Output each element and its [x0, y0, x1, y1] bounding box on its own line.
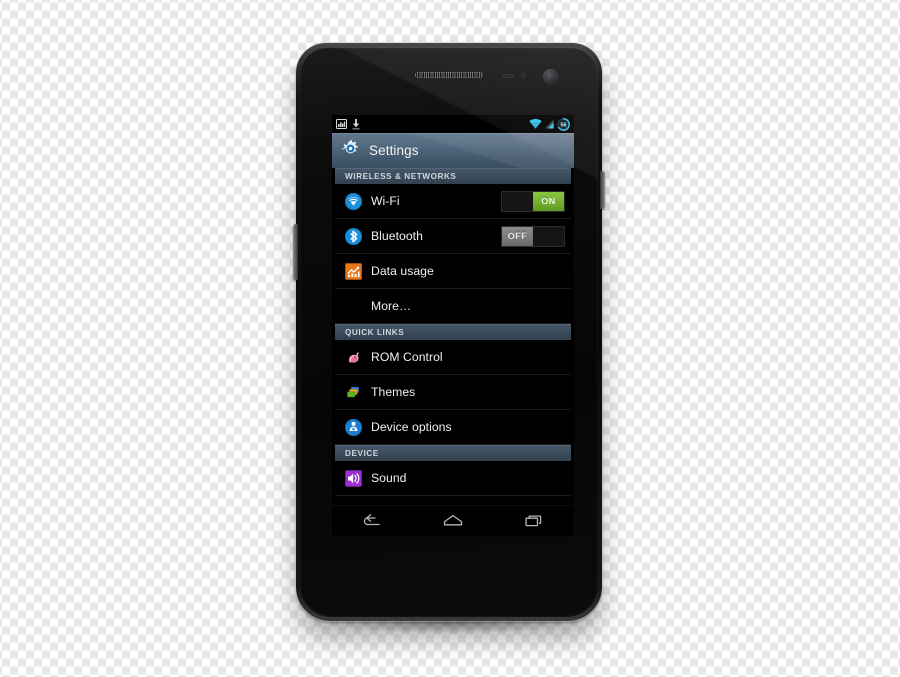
section-header-wireless: WIRELESS & NETWORKS	[335, 168, 571, 184]
battery-percent-text: 56	[561, 122, 567, 128]
list-item-bluetooth[interactable]: Bluetooth OFF	[335, 219, 571, 254]
list-item-rom-control[interactable]: ROM Control	[335, 340, 571, 375]
wifi-icon	[529, 119, 542, 129]
wifi-settings-icon	[344, 192, 363, 210]
status-bar[interactable]: 56	[332, 115, 574, 133]
list-item-more[interactable]: More…	[335, 289, 571, 324]
home-button[interactable]	[432, 506, 474, 536]
light-sensor	[521, 73, 526, 78]
list-item-label: Data usage	[371, 264, 434, 278]
phone-bezel: 56 Settings WIRELESS & NETWORKS Wi-Fi ON…	[300, 47, 598, 617]
android-smartphone: 56 Settings WIRELESS & NETWORKS Wi-Fi ON…	[293, 43, 605, 621]
power-button[interactable]	[600, 171, 605, 209]
earpiece-speaker	[415, 72, 483, 78]
bluetooth-toggle-state: OFF	[502, 226, 533, 246]
signal-icon	[545, 119, 554, 129]
bluetooth-icon	[344, 227, 363, 245]
bluetooth-toggle-switch[interactable]: OFF	[501, 225, 565, 247]
list-item-label: Sound	[371, 471, 407, 485]
status-bar-right-icons: 56	[529, 117, 570, 131]
wifi-toggle-switch[interactable]: ON	[501, 190, 565, 212]
list-item-wifi[interactable]: Wi-Fi ON	[335, 184, 571, 219]
phone-screen: 56 Settings WIRELESS & NETWORKS Wi-Fi ON…	[332, 115, 574, 536]
volume-rocker-button[interactable]	[293, 224, 298, 280]
list-item-sound[interactable]: Sound	[335, 461, 571, 496]
list-item-device-options[interactable]: Device options	[335, 410, 571, 445]
back-button[interactable]	[351, 506, 393, 536]
battery-circle-icon: 56	[557, 117, 570, 131]
list-item-label: Wi-Fi	[371, 194, 400, 208]
page-title: Settings	[369, 143, 419, 158]
screenshot-icon	[336, 119, 347, 129]
list-item-data-usage[interactable]: Data usage	[335, 254, 571, 289]
settings-gear-icon	[341, 139, 360, 163]
navigation-bar[interactable]	[332, 505, 574, 536]
front-camera	[543, 69, 558, 84]
rom-control-icon	[345, 349, 362, 366]
wifi-toggle-state: ON	[533, 191, 564, 211]
settings-list[interactable]: WIRELESS & NETWORKS Wi-Fi ON Bluetooth O…	[332, 168, 574, 536]
section-header-device: DEVICE	[335, 445, 571, 461]
list-item-label: More…	[371, 299, 412, 313]
download-icon	[352, 118, 360, 130]
action-bar[interactable]: Settings	[332, 133, 574, 168]
section-header-quick-links: QUICK LINKS	[335, 324, 571, 340]
data-usage-icon	[345, 262, 362, 280]
proximity-sensor	[503, 74, 514, 78]
device-options-icon	[344, 418, 363, 436]
list-item-label: ROM Control	[371, 350, 443, 364]
list-item-label: Themes	[371, 385, 416, 399]
status-bar-left-icons	[336, 118, 360, 130]
sound-icon	[345, 469, 362, 487]
themes-icon	[345, 384, 362, 401]
recents-button[interactable]	[513, 506, 555, 536]
list-item-themes[interactable]: Themes	[335, 375, 571, 410]
list-item-label: Bluetooth	[371, 229, 423, 243]
list-item-label: Device options	[371, 420, 452, 434]
